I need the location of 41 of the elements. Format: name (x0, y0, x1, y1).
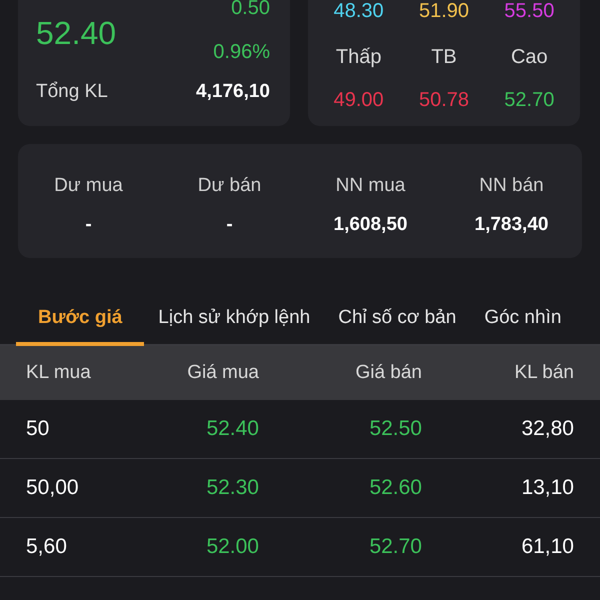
stat-label: Dư bán (198, 174, 262, 198)
stat-label: NN mua (336, 174, 406, 198)
column-header: KL bán (513, 360, 574, 385)
table-cell-text: 52.50 (368, 416, 422, 442)
price-value: 55.50 (503, 0, 556, 24)
price-value: 52.70 (503, 88, 556, 113)
column-header: KL mua (26, 360, 92, 385)
stat-label: Dư mua (54, 174, 123, 198)
table-cell-text: 50 (26, 416, 50, 442)
change-percent: 0.96% (213, 40, 270, 65)
table-cell-text: 5,60 (26, 534, 68, 560)
price-value: 51.90 (418, 0, 470, 24)
price-value: 48.30 (332, 0, 385, 24)
stat-label: NN bán (479, 174, 544, 198)
table-cell-text: 50,00 (26, 475, 80, 502)
table-cell-text: 13,10 (520, 475, 574, 502)
stat-value: - (226, 212, 233, 236)
price-change: 0.50 (231, 0, 270, 21)
tab[interactable]: Chỉ số cơ bản (324, 290, 470, 346)
volume-label: Tổng KL (36, 80, 108, 104)
price-value: 49.00 (332, 88, 385, 113)
table-cell-text: 32,80 (520, 416, 574, 442)
price-label: TB (430, 45, 458, 70)
volume-value: 4,176,10 (196, 80, 270, 104)
price-label: Cao (510, 45, 549, 70)
table-cell-text: 52.00 (205, 534, 259, 560)
stat-value: - (85, 212, 92, 236)
table-cell-text: 52.60 (368, 475, 422, 502)
column-header: Giá mua (186, 360, 259, 385)
table-cell-text: 52.70 (368, 534, 422, 560)
price-value: 50.78 (418, 88, 470, 113)
tab[interactable]: Lịch sử khớp lệnh (144, 290, 324, 346)
table-cell-text: 52.40 (205, 416, 259, 442)
price-label: Thấp (334, 45, 382, 70)
table-cell-text: 61,10 (520, 534, 574, 560)
tab[interactable]: Góc nhìn (470, 290, 576, 346)
table-cell-text: 52.30 (205, 475, 259, 502)
stat-value: 1,783,40 (474, 212, 548, 236)
last-price: 52.40 (36, 14, 116, 53)
stat-value: 1,608,50 (334, 212, 408, 236)
column-header: Giá bán (354, 360, 422, 385)
